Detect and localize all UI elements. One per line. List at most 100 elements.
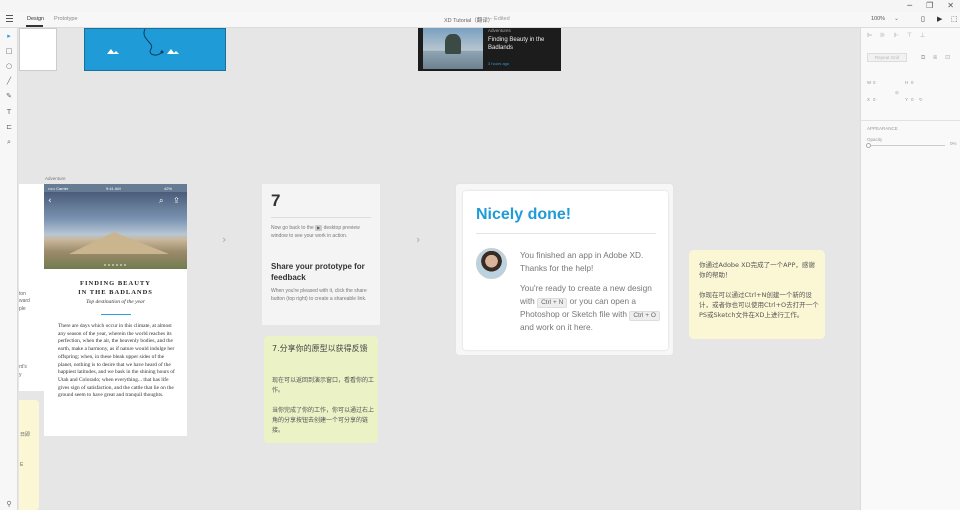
card-kicker: Adventures (488, 28, 511, 33)
mobile-article-artboard[interactable]: ••••• Carrier 9:41 AM 42% ‹ ⌕ ⇪ FINDING … (44, 184, 187, 436)
union-icon[interactable]: ⧉ (921, 54, 925, 62)
note-heading: 7.分享你的原型以获得反馈 (272, 344, 368, 353)
document-title: XD Tutorial（翻译） (444, 18, 494, 24)
play-icon[interactable]: ▶ (937, 15, 942, 23)
rotate-icon[interactable]: ↻ (919, 97, 923, 103)
card-timestamp: 3 hours ago (488, 61, 510, 66)
completion-thanks: You finished an app in Adobe XD. Thanks … (520, 250, 644, 273)
opacity-value[interactable]: 0% (950, 141, 957, 146)
close-icon[interactable]: ✕ (947, 1, 954, 10)
pen-tool-icon[interactable]: ✎ (5, 92, 13, 100)
active-tab-indicator (26, 25, 43, 27)
boolean-icons: ⧉ ⧈ ⊡ (921, 54, 950, 62)
h-value[interactable]: 0 (911, 80, 914, 85)
y-label: Y (905, 97, 909, 102)
translation-note-yellow[interactable]: 你通过Adobe XD完成了一个APP，感谢你的帮助！ 你现在可以通过Ctrl+… (689, 250, 825, 339)
tab-prototype[interactable]: Prototype (54, 16, 78, 22)
zoom-tool-icon[interactable]: ⌕ (5, 138, 13, 146)
article-title-line: FINDING BEAUTY (80, 280, 151, 287)
share-icon[interactable]: ⬚ (951, 15, 958, 23)
line-tool-icon[interactable]: ╱ (5, 77, 13, 85)
article-title: FINDING BEAUTY IN THE BADLANDS (44, 279, 187, 297)
step-instructions: Now go back to the ▶ desktop preview win… (271, 225, 371, 240)
panel-divider (861, 120, 960, 121)
artboard-partial-white[interactable] (19, 28, 57, 71)
text-tool-icon[interactable]: T (5, 108, 13, 116)
completion-text: and work on it here. (520, 322, 593, 332)
lock-aspect-icon[interactable]: ⊝ (895, 90, 899, 96)
tool-bar: ▸ □ ○ ╱ ✎ T ⊏ ⌕ ⚲ (0, 28, 18, 510)
x-value[interactable]: 0 (873, 97, 876, 102)
window-controls: ─ ❐ ✕ (907, 1, 954, 10)
tab-design[interactable]: Design (27, 16, 44, 22)
status-bar: ••••• Carrier 9:41 AM 42% (44, 184, 187, 192)
step-divider (271, 217, 371, 218)
align-middle-icon[interactable]: ⊥ (920, 32, 925, 39)
step-body: When you're pleased with it, click the s… (271, 288, 367, 302)
align-center-icon[interactable]: ⊪ (880, 32, 885, 39)
clock-text: 9:41 AM (106, 186, 121, 191)
opacity-slider-knob[interactable] (866, 143, 871, 148)
property-inspector: ⊫ ⊪ ⊩ ⊤ ⊥ Repeat Grid ⧉ ⧈ ⊡ W 0 H 0 ⊝ X … (860, 28, 960, 510)
restore-icon[interactable]: ❐ (926, 1, 933, 10)
completion-card: Nicely done! You finished an app in Adob… (463, 191, 668, 350)
carrier-text: ••••• Carrier (48, 186, 69, 191)
search-icon[interactable]: ⌕ (159, 196, 163, 206)
tutorial-step-card[interactable]: 7 Now go back to the ▶ desktop preview w… (262, 184, 380, 325)
hamburger-menu-icon[interactable] (6, 15, 13, 22)
note-paragraph: 你通过Adobe XD完成了一个APP，感谢你的帮助！ (699, 261, 815, 279)
w-value[interactable]: 0 (873, 80, 876, 85)
completion-divider (476, 233, 656, 234)
zoom-level[interactable]: 100% (871, 16, 885, 22)
repeat-grid-button[interactable]: Repeat Grid (867, 53, 907, 62)
minimize-icon[interactable]: ─ (907, 1, 912, 10)
chevron-down-icon[interactable]: ⌄ (894, 15, 899, 22)
rectangle-tool-icon[interactable]: □ (5, 47, 13, 55)
note-partial-left[interactable]: 日即 E (19, 400, 39, 510)
translation-note-green[interactable]: 7.分享你的原型以获得反馈 现在可以返回到演示窗口，看看你的工作。 当你完成了你… (264, 336, 378, 443)
text-fragment: 日即 (20, 432, 31, 438)
artboard-dark-card[interactable]: Adventures Finding Beauty in the Badland… (418, 28, 561, 71)
completion-artboard[interactable]: Nicely done! You finished an app in Adob… (455, 183, 674, 356)
text-fragment: ward (19, 298, 30, 304)
step-text: Now go back to the (271, 225, 314, 231)
artboard-name[interactable]: Adventure (45, 176, 66, 181)
artboard-partial-left[interactable]: ton ward ple rd's y (19, 184, 45, 391)
back-chevron-icon[interactable]: ‹ (48, 196, 52, 206)
artboard-tool-icon[interactable]: ⊏ (5, 123, 13, 131)
intersect-icon[interactable]: ⊡ (945, 54, 950, 62)
layers-icon[interactable]: ⚲ (5, 500, 13, 508)
card-title: Finding Beauty in the Badlands (488, 37, 545, 51)
shortcut-badge: Ctrl + N (537, 298, 568, 308)
subtract-icon[interactable]: ⧈ (933, 54, 937, 62)
accent-divider (101, 314, 131, 315)
opacity-slider-track[interactable] (867, 145, 945, 146)
text-fragment: ple (19, 306, 26, 312)
align-top-icon[interactable]: ⊤ (907, 32, 912, 39)
text-fragment: ton (19, 291, 26, 297)
flow-arrow-icon: › (222, 233, 227, 246)
document-status: — Edited (487, 16, 510, 22)
article-title-line: IN THE BADLANDS (78, 289, 153, 296)
select-tool-icon[interactable]: ▸ (5, 32, 13, 40)
h-label: H (905, 80, 909, 85)
appearance-heading: APPEARANCE (867, 126, 898, 131)
blue-artboard-illustration (107, 28, 179, 56)
title-bar: ─ ❐ ✕ (0, 0, 960, 12)
mobile-preview-icon[interactable]: ▯ (921, 15, 925, 23)
w-label: W (867, 80, 872, 85)
align-left-icon[interactable]: ⊫ (867, 32, 872, 39)
artboard-blue-partial[interactable] (84, 28, 226, 71)
share-icon[interactable]: ⇪ (173, 196, 180, 205)
note-paragraph: 你现在可以通过Ctrl+N创建一个新的设计，或者你也可以使用Ctrl+O去打开一… (699, 291, 819, 319)
y-value[interactable]: 0 (911, 97, 914, 102)
text-fragment: y (19, 372, 22, 378)
article-body: There are days which occur in this clima… (58, 323, 175, 399)
ellipse-tool-icon[interactable]: ○ (5, 62, 13, 70)
step-heading: Share your prototype for feedback (271, 262, 365, 282)
carousel-dots (104, 264, 126, 266)
align-right-icon[interactable]: ⊩ (893, 32, 898, 39)
play-icon: ▶ (315, 225, 323, 231)
text-fragment: rd's (19, 364, 27, 370)
avatar (476, 248, 507, 279)
